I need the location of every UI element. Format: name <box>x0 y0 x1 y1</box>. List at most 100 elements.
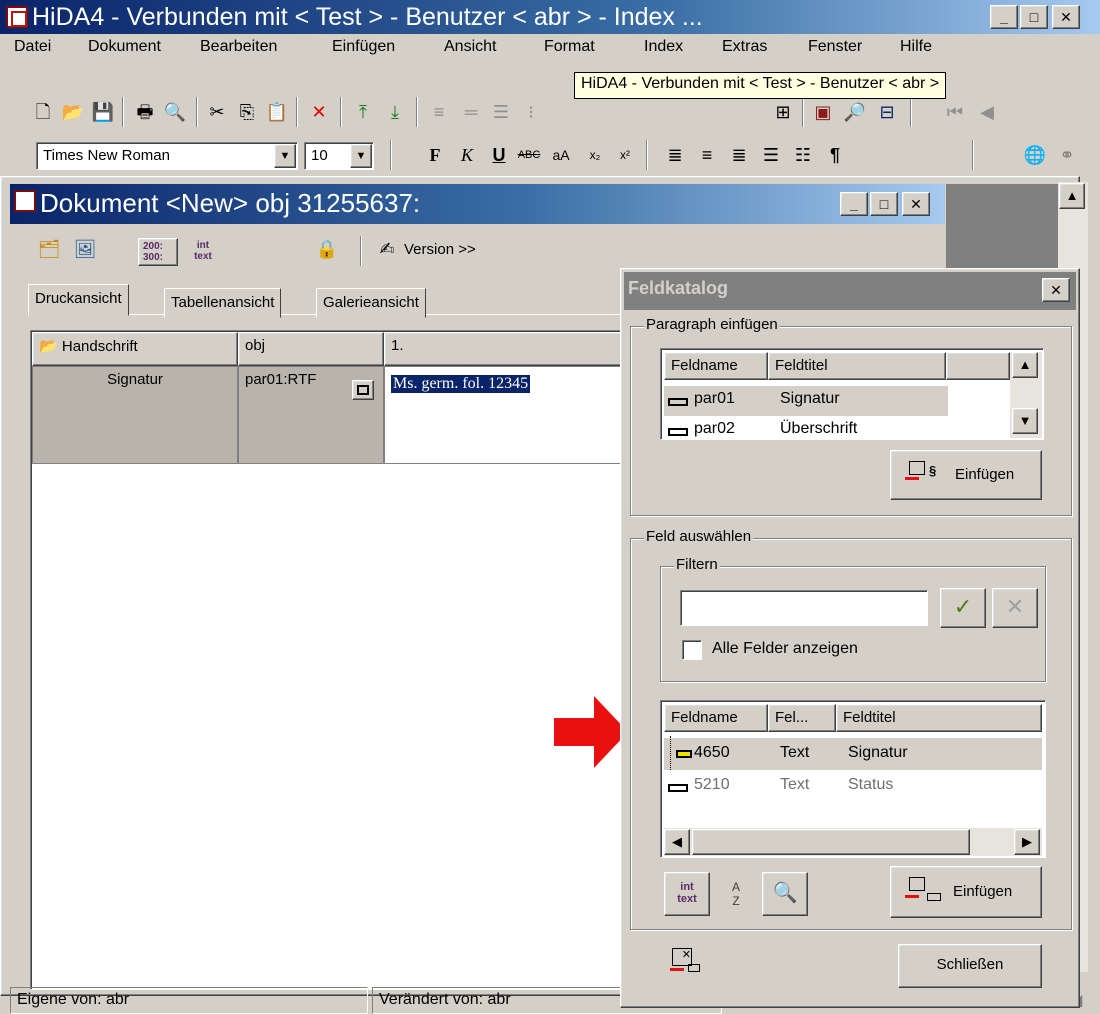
field-int-text-button[interactable]: int text <box>664 872 710 916</box>
align-right-icon[interactable]: ≣ <box>726 142 752 168</box>
show-all-label[interactable]: Alle Felder anzeigen <box>712 640 858 658</box>
toolbar-separator <box>360 236 362 266</box>
scroll-down-icon[interactable]: ▼ <box>1012 408 1038 434</box>
field-target-icon <box>927 893 941 901</box>
close-dialog-button[interactable]: Schließen <box>898 944 1042 988</box>
minimize-button[interactable]: _ <box>990 5 1018 29</box>
hierarchy-icon[interactable]: ⊞ <box>770 99 796 125</box>
record-icon[interactable]: ▣ <box>810 99 836 125</box>
insert-paragraph-button[interactable]: § Einfügen <box>890 450 1042 500</box>
paragraph-row-2[interactable]: par02 Überschrift <box>664 416 1010 438</box>
int-text-button[interactable]: int text <box>186 240 220 268</box>
chevron-down-icon[interactable]: ▼ <box>350 144 372 168</box>
delete-icon[interactable]: ✕ <box>306 99 332 125</box>
font-select[interactable]: Times New Roman ▼ <box>36 142 298 170</box>
menu-hilfe[interactable]: Hilfe <box>900 38 932 56</box>
lock-icon[interactable]: 🔒 <box>314 236 340 262</box>
filter-input[interactable] <box>680 590 928 626</box>
structure-tree-icon[interactable]: 🗂 <box>36 236 62 262</box>
table-header-obj[interactable]: obj <box>238 332 384 366</box>
view-size-button[interactable]: 200: 300: <box>138 238 178 266</box>
align-left-icon[interactable]: ≣ <box>662 142 688 168</box>
field-header-feldtitel[interactable]: Feldtitel <box>836 704 1042 732</box>
paragraph-header-feldname[interactable]: Feldname <box>664 352 768 380</box>
paragraph-mark-icon[interactable]: ¶ <box>822 142 848 168</box>
paste-icon[interactable]: 📋 <box>264 99 290 125</box>
scroll-up-icon[interactable]: ▲ <box>1059 183 1085 209</box>
menu-index[interactable]: Index <box>644 38 683 56</box>
scroll-right-icon[interactable]: ▶ <box>1014 829 1040 855</box>
search-record-icon[interactable]: 🔎 <box>842 99 868 125</box>
paragraph-header-empty[interactable] <box>946 352 1010 380</box>
main-title-bar[interactable]: HiDA4 - Verbunden mit < Test > - Benutze… <box>0 0 1100 34</box>
dialog-close-button[interactable]: ✕ <box>1042 278 1070 302</box>
menu-format[interactable]: Format <box>544 38 595 56</box>
move-down-icon[interactable]: ⤓ <box>382 99 408 125</box>
move-up-icon[interactable]: ⤒ <box>350 99 376 125</box>
save-icon[interactable]: 💾 <box>90 99 116 125</box>
filter-apply-check-icon[interactable]: ✓ <box>940 588 986 628</box>
scroll-up-icon[interactable]: ▲ <box>1012 352 1038 378</box>
image-icon[interactable]: 🖼 <box>72 236 98 262</box>
bullet-list-icon[interactable]: ☰ <box>758 142 784 168</box>
table-row-value-cell[interactable]: Ms. germ. fol. 12345 <box>384 366 630 464</box>
bold-icon[interactable]: F <box>422 142 448 168</box>
menu-extras[interactable]: Extras <box>722 38 767 56</box>
signature-value[interactable]: Ms. germ. fol. 12345 <box>391 375 531 393</box>
field-header-type[interactable]: Fel... <box>768 704 836 732</box>
tab-druckansicht[interactable]: Druckansicht <box>28 284 129 316</box>
doc-maximize-button[interactable]: □ <box>870 192 898 216</box>
filter-clear-x-icon[interactable]: ✕ <box>992 588 1038 628</box>
copy-icon[interactable]: ⎘ <box>234 99 260 125</box>
table-header-handschrift[interactable]: 📂 Handschrift <box>32 332 238 366</box>
search-field-icon[interactable]: 🔍 <box>762 872 808 916</box>
dialog-title-bar[interactable]: Feldkatalog ✕ <box>624 272 1076 310</box>
field-edit-button[interactable] <box>352 380 374 400</box>
tab-tabellenansicht[interactable]: Tabellenansicht <box>164 288 282 318</box>
scroll-thumb[interactable] <box>692 829 970 855</box>
print-preview-icon[interactable]: 🔍 <box>162 99 188 125</box>
underline-icon[interactable]: U <box>486 142 512 168</box>
change-case-icon[interactable]: aA <box>548 142 574 168</box>
red-arrow-small-icon <box>905 477 919 480</box>
menu-dokument[interactable]: Dokument <box>88 38 161 56</box>
new-document-icon[interactable]: 🗋 <box>30 99 56 125</box>
menu-bearbeiten[interactable]: Bearbeiten <box>200 38 277 56</box>
scroll-left-icon[interactable]: ◀ <box>664 829 690 855</box>
sort-az-button[interactable]: A Z <box>718 874 754 918</box>
subscript-icon[interactable]: x₂ <box>582 142 608 168</box>
menu-ansicht[interactable]: Ansicht <box>444 38 496 56</box>
menu-datei[interactable]: Datei <box>14 38 51 56</box>
print-icon[interactable]: 🖶 <box>132 99 158 125</box>
paragraph-header-feldtitel[interactable]: Feldtitel <box>768 352 946 380</box>
doc-close-button[interactable]: ✕ <box>902 192 930 216</box>
version-button[interactable]: Version >> <box>404 241 476 258</box>
chain-link-icon[interactable]: ⚭ <box>1054 142 1080 168</box>
paragraph-scrollbar[interactable]: ▲ ▼ <box>1010 352 1042 438</box>
field-header-feldname[interactable]: Feldname <box>664 704 768 732</box>
show-all-checkbox[interactable] <box>682 640 702 660</box>
cut-icon[interactable]: ✂ <box>204 99 230 125</box>
structure-icon[interactable]: ⊟ <box>874 99 900 125</box>
italic-icon[interactable]: K <box>454 142 480 168</box>
menu-einfuegen[interactable]: Einfügen <box>332 38 395 56</box>
open-folder-icon[interactable]: 📂 <box>60 99 86 125</box>
chevron-down-icon[interactable]: ▼ <box>274 144 296 168</box>
field-row-name: 4650 <box>694 744 730 761</box>
insert-field-button[interactable]: Einfügen <box>890 866 1042 918</box>
align-center-icon[interactable]: ≡ <box>694 142 720 168</box>
numbered-list-icon[interactable]: ☷ <box>790 142 816 168</box>
strikethrough-icon[interactable]: ABC <box>516 142 542 168</box>
close-button[interactable]: ✕ <box>1052 5 1080 29</box>
globe-link-icon[interactable]: 🌐 <box>1022 142 1048 168</box>
superscript-icon[interactable]: x² <box>612 142 638 168</box>
field-horizontal-scrollbar[interactable]: ◀ ▶ <box>664 828 1042 856</box>
maximize-button[interactable]: □ <box>1020 5 1048 29</box>
font-size-select[interactable]: 10 ▼ <box>304 142 374 170</box>
table-header-1[interactable]: 1. <box>384 332 630 366</box>
tab-galerieansicht[interactable]: Galerieansicht <box>316 288 426 318</box>
document-title-bar[interactable]: Dokument <New> obj 31255637: _ □ ✕ <box>10 184 945 224</box>
menu-fenster[interactable]: Fenster <box>808 38 862 56</box>
version-icon[interactable]: ✍ <box>374 236 400 262</box>
doc-minimize-button[interactable]: _ <box>840 192 868 216</box>
